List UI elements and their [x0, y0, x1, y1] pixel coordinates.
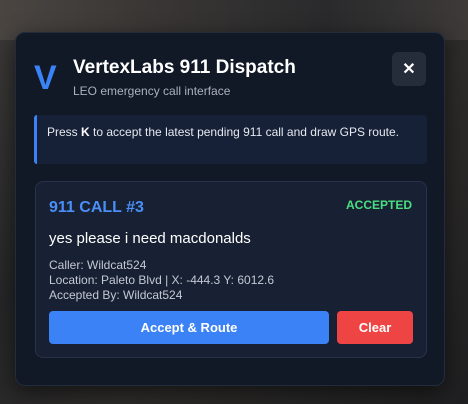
caller-text: Caller: Wildcat524: [49, 258, 147, 272]
call-card: 911 CALL #3 ACCEPTED yes please i need m…: [35, 181, 427, 358]
call-title: 911 CALL #3: [49, 199, 144, 216]
close-button[interactable]: ✕: [392, 52, 426, 86]
dispatch-panel: V VertexLabs 911 Dispatch LEO emergency …: [15, 32, 445, 386]
hint-key: K: [81, 125, 90, 139]
clear-button[interactable]: Clear: [337, 311, 413, 344]
app-logo: V: [34, 59, 57, 97]
hint-prefix: Press: [47, 125, 82, 139]
close-icon: ✕: [402, 61, 416, 78]
hint-banner: Press K to accept the latest pending 911…: [34, 115, 427, 164]
call-details: Caller: Wildcat524 Location: Paleto Blvd…: [49, 258, 274, 303]
page-title: VertexLabs 911 Dispatch: [73, 57, 296, 78]
page-subtitle: LEO emergency call interface: [73, 84, 231, 98]
location-text: Location: Paleto Blvd | X: -444.3 Y: 601…: [49, 273, 275, 287]
accepted-by-text: Accepted By: Wildcat524: [49, 288, 183, 302]
hint-suffix: to accept the latest pending 911 call an…: [89, 125, 399, 139]
status-badge: ACCEPTED: [345, 198, 412, 212]
accept-route-button[interactable]: Accept & Route: [49, 311, 329, 344]
call-message: yes please i need macdonalds: [49, 230, 251, 247]
